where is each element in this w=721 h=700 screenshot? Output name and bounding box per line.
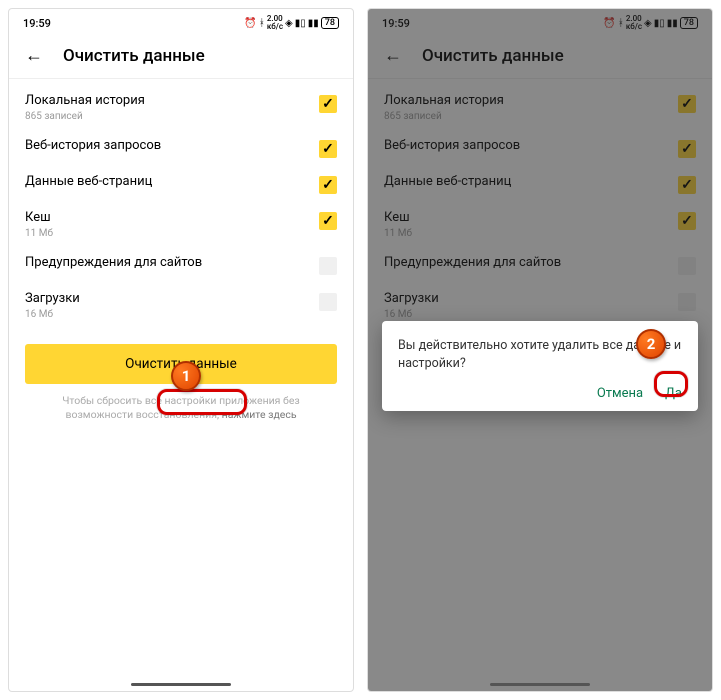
checkbox[interactable]: ✓ bbox=[319, 140, 337, 158]
alarm-icon: ⏰ bbox=[244, 18, 256, 29]
row-sub: 16 Мб bbox=[25, 309, 319, 320]
signal-icon-2: ▮▮ bbox=[308, 18, 319, 29]
battery-icon: 78 bbox=[321, 17, 339, 29]
dialog-actions: Отмена Да bbox=[398, 386, 682, 401]
status-icons: ⏰ ᚼ 2.00кб/с ◈ ▮▯ ▮▮ 78 bbox=[244, 15, 339, 31]
row-label: Локальная история bbox=[25, 93, 319, 110]
row-downloads[interactable]: Загрузки 16 Мб bbox=[9, 283, 353, 328]
row-site-warnings[interactable]: Предупреждения для сайтов bbox=[9, 247, 353, 283]
checkbox[interactable] bbox=[319, 293, 337, 311]
header: ← Очистить данные bbox=[9, 37, 353, 78]
home-indicator[interactable] bbox=[131, 683, 231, 686]
row-label: Данные веб-страниц bbox=[25, 174, 319, 191]
callout-badge-2: 2 bbox=[636, 329, 666, 359]
signal-icon: ▮▯ bbox=[295, 18, 306, 29]
checkbox[interactable] bbox=[319, 257, 337, 275]
callout-box-1 bbox=[157, 389, 247, 415]
status-bar: 19:59 ⏰ ᚼ 2.00кб/с ◈ ▮▯ ▮▮ 78 bbox=[9, 9, 353, 37]
checkbox[interactable]: ✓ bbox=[319, 176, 337, 194]
row-label: Кеш bbox=[25, 210, 319, 227]
wifi-icon: ◈ bbox=[285, 18, 293, 29]
bluetooth-icon: ᚼ bbox=[259, 18, 265, 29]
row-sub: 865 записей bbox=[25, 111, 319, 122]
phone-left: 19:59 ⏰ ᚼ 2.00кб/с ◈ ▮▯ ▮▮ 78 ← Очистить… bbox=[8, 8, 354, 692]
row-web-history[interactable]: Веб-история запросов ✓ bbox=[9, 130, 353, 166]
page-title: Очистить данные bbox=[63, 46, 205, 66]
row-cache[interactable]: Кеш 11 Мб ✓ bbox=[9, 202, 353, 247]
net-speed-icon: 2.00кб/с bbox=[267, 15, 283, 31]
row-sub: 11 Мб bbox=[25, 228, 319, 239]
callout-badge-1: 1 bbox=[171, 361, 201, 391]
cancel-button[interactable]: Отмена bbox=[597, 386, 643, 401]
checkbox[interactable]: ✓ bbox=[319, 95, 337, 113]
status-time: 19:59 bbox=[23, 17, 51, 30]
checkbox[interactable]: ✓ bbox=[319, 212, 337, 230]
back-icon[interactable]: ← bbox=[25, 45, 43, 66]
row-label: Предупреждения для сайтов bbox=[25, 255, 319, 272]
row-local-history[interactable]: Локальная история 865 записей ✓ bbox=[9, 85, 353, 130]
home-indicator[interactable] bbox=[490, 683, 590, 686]
row-label: Веб-история запросов bbox=[25, 138, 319, 155]
callout-box-2 bbox=[654, 371, 688, 397]
phone-right: 19:59 ⏰ ᚼ 2.00кб/с ◈ ▮▯ ▮▮ 78 ← Очистить… bbox=[367, 8, 713, 692]
row-webpage-data[interactable]: Данные веб-страниц ✓ bbox=[9, 166, 353, 202]
row-label: Загрузки bbox=[25, 291, 319, 308]
